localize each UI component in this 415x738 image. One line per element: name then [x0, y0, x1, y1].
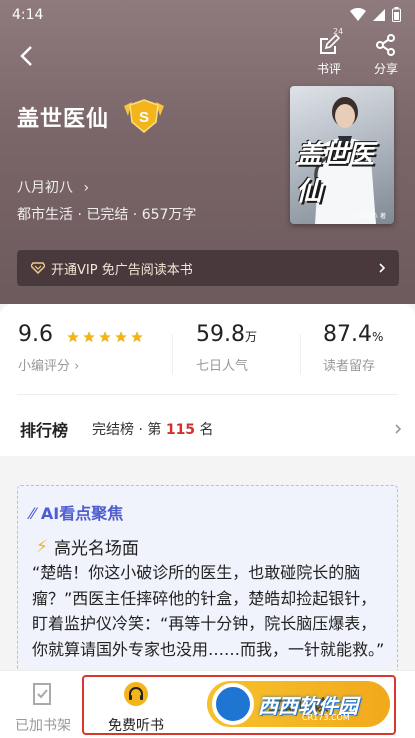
ai-sparkle-icon: ⁄⁄ [30, 504, 36, 523]
wifi-icon [350, 7, 366, 21]
ai-subheading: ⚡ 高光名场面 [36, 536, 139, 560]
retention-value: 87.4 [323, 322, 372, 347]
add-to-shelf-button[interactable]: 已加书架 [10, 681, 76, 735]
score-value: 9.6 [18, 322, 53, 347]
bookshelf-check-icon [33, 683, 51, 705]
back-arrow-icon [20, 46, 32, 66]
free-listen-button[interactable]: 免费听书 [96, 681, 176, 735]
badge-letter: S [139, 109, 149, 126]
star-rating [66, 330, 144, 344]
ranking-title: 排行榜 [20, 421, 69, 440]
lightning-icon: ⚡ [36, 536, 48, 557]
ai-highlights-card: ⁄⁄ AI看点聚焦 ⚡ 高光名场面 “楚皓！你这小破诊所的医生，也敢碰院长的脑瘤… [17, 485, 398, 675]
ai-heading: ⁄⁄ AI看点聚焦 [30, 504, 124, 523]
diamond-icon [31, 262, 45, 274]
retention-label: 读者留存 [323, 359, 376, 374]
vip-text: 开通VIP 免广告阅读本书 [51, 262, 193, 278]
s-rank-badge-icon: S [124, 99, 164, 133]
status-icons [350, 7, 401, 22]
stat-divider [172, 334, 173, 374]
star-icon [115, 330, 127, 342]
review-button[interactable]: 24 书评 [307, 27, 351, 80]
star-icon [67, 330, 79, 342]
chevron-right-icon: › [83, 180, 90, 196]
share-icon [376, 34, 395, 56]
book-meta: 都市生活 · 已完结 · 657万字 [17, 207, 197, 223]
popularity-value: 59.8 [196, 322, 245, 347]
signal-icon [373, 8, 385, 21]
cover-title: 盖世医仙 [296, 140, 375, 207]
retention-stat: 87.4% 读者留存 [323, 322, 383, 374]
back-button[interactable] [10, 40, 42, 72]
popularity-stat: 59.8万 七日人气 [196, 322, 257, 374]
ranking-text: 完结榜 · 第 115 名 [92, 422, 214, 438]
book-cover[interactable]: 盖世医仙 八月初八 著 [290, 86, 394, 224]
share-button[interactable]: 分享 [364, 32, 408, 80]
watermark-sub: CR173.COM [302, 713, 350, 722]
stat-divider [300, 334, 301, 374]
listen-label: 免费听书 [108, 718, 164, 734]
review-label: 书评 [316, 62, 341, 76]
star-icon [83, 330, 95, 342]
chevron-right-icon [395, 424, 402, 434]
ai-body-text: “楚皓！你这小破诊所的医生，也敢碰院长的脑瘤？”西医主任摔碎他的针盒，楚皓却捡起… [32, 563, 385, 659]
status-bar: 4:14 [0, 0, 415, 30]
star-icon [131, 330, 143, 342]
cover-author: 八月初八 著 [354, 213, 386, 220]
stats-card: 9.6 小编评分 › 59.8万 七日人气 87.4% 读者留存 排行榜 完结榜… [0, 304, 415, 456]
edit-review-icon [320, 34, 340, 54]
author-name: 八月初八 [17, 180, 73, 196]
popularity-unit: 万 [244, 330, 257, 344]
watermark-logo: 西西软件园 CR173.COM [212, 681, 392, 727]
section-divider [17, 394, 398, 395]
headphones-icon [124, 682, 148, 706]
review-count: 24 [333, 27, 344, 36]
score-label: 小编评分 › [18, 359, 80, 374]
star-icon [99, 330, 111, 342]
ranking-number: 115 [165, 422, 196, 438]
retention-unit: % [371, 330, 384, 344]
chevron-right-icon [379, 263, 386, 273]
editor-score[interactable]: 9.6 小编评分 › [18, 322, 144, 374]
book-header: 4:14 24 书评 分享 盖世医仙 S 八月初八 › 都市生活 · 已完结 ·… [0, 0, 415, 304]
author-link[interactable]: 八月初八 › [17, 177, 89, 197]
share-label: 分享 [373, 62, 398, 76]
bottom-action-bar: 已加书架 免费听书 立即阅读 西西软件园 CR173.COM [0, 670, 415, 738]
shelf-label: 已加书架 [15, 718, 71, 734]
vip-banner[interactable]: 开通VIP 免广告阅读本书 [17, 250, 399, 286]
status-time: 4:14 [12, 7, 44, 23]
popularity-label: 七日人气 [196, 359, 249, 374]
book-title: 盖世医仙 [17, 107, 110, 132]
watermark-circle-icon [212, 683, 254, 725]
ranking-row[interactable]: 排行榜 完结榜 · 第 115 名 [20, 417, 214, 441]
battery-icon [392, 7, 401, 22]
